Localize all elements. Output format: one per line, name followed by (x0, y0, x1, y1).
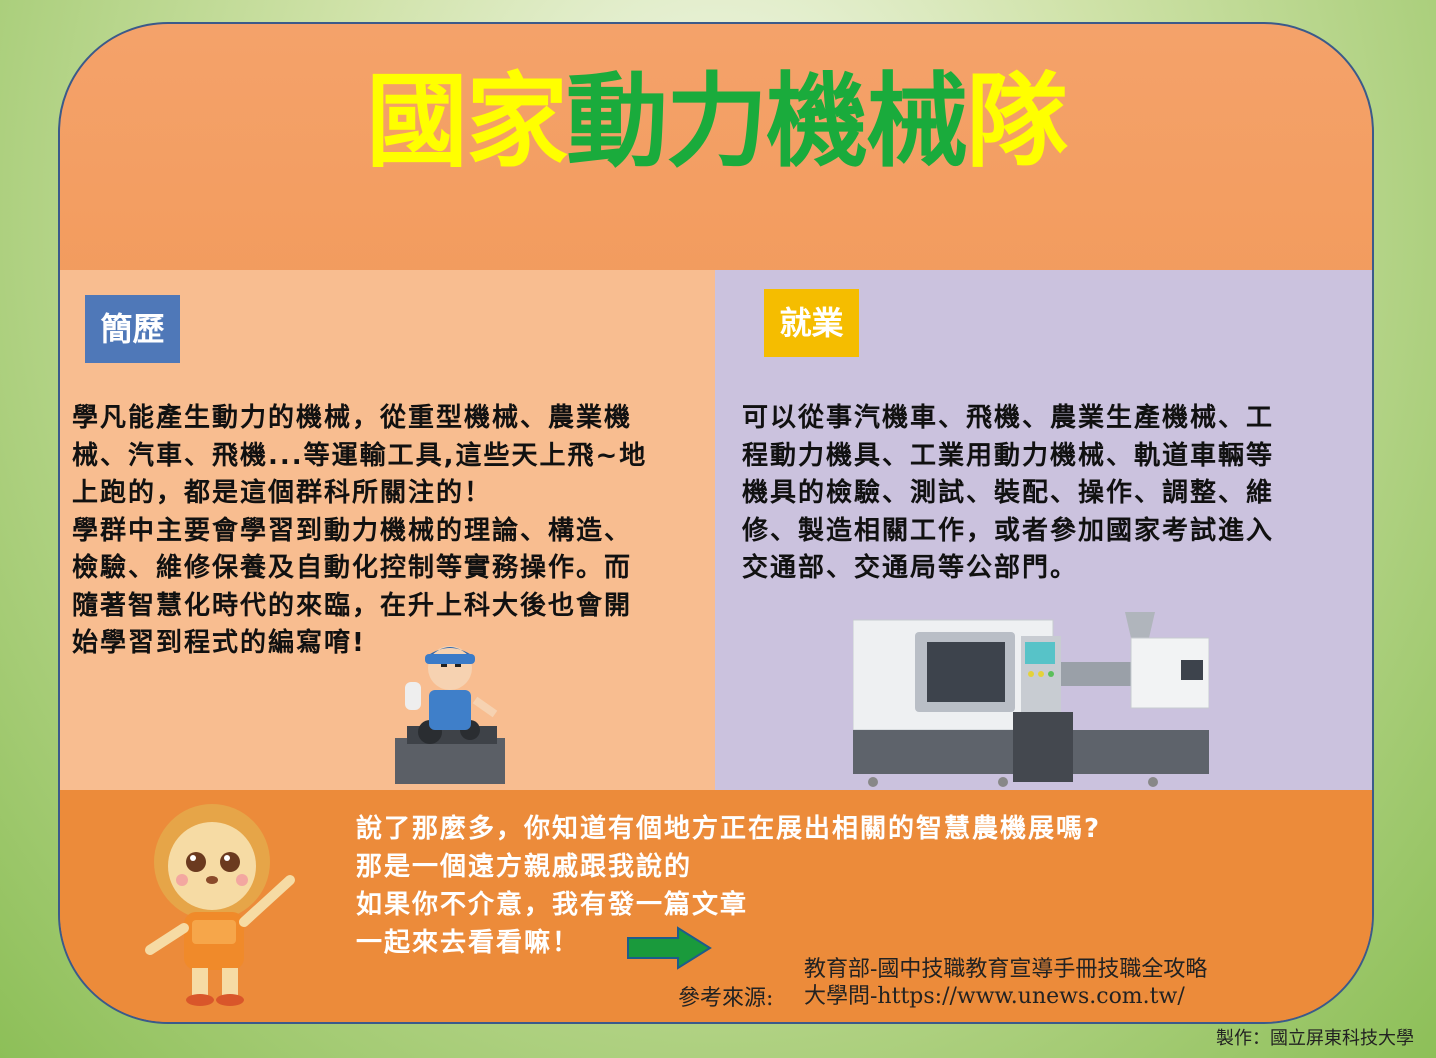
bottom-band: 說了那麼多，你知道有個地方正在展出相關的智慧農機展嗎? 那是一個遠方親戚跟我說的… (60, 790, 1372, 1022)
profile-text: 學凡能產生動力的機械，從重型機械、農業機 械、汽車、飛機...等運輸工具,這些天… (72, 403, 648, 658)
invitation-line-2: 那是一個遠方親戚跟我說的 (356, 852, 693, 882)
career-tag: 就業 (764, 289, 859, 357)
title-part-3: 隊 (966, 63, 1068, 182)
invitation-text: 說了那麼多，你知道有個地方正在展出相關的智慧農機展嗎? 那是一個遠方親戚跟我說的… (356, 810, 1256, 962)
profile-panel: 簡歷 學凡能產生動力的機械，從重型機械、農業機 械、汽車、飛機...等運輸工具,… (60, 270, 715, 790)
title-part-2: 動力機械 (566, 63, 968, 182)
footer-credit: 製作：國立屏東科技大學 (1216, 1028, 1414, 1049)
reference-item-2[interactable]: 大學問-https://www.unews.com.tw/ (804, 983, 1207, 1010)
lion-mascot-illustration (145, 804, 295, 1006)
machine-illustration (853, 612, 1209, 787)
reference-list: 教育部-國中技職教育宣導手冊技職全攻略 大學問-https://www.unew… (804, 956, 1207, 1010)
reference-label: 參考來源: (678, 986, 774, 1011)
career-panel: 就業 可以從事汽機車、飛機、農業生產機械、工 程動力機具、工業用動力機械、軌道車… (715, 270, 1372, 790)
invitation-line-1: 說了那麼多，你知道有個地方正在展出相關的智慧農機展嗎? (356, 814, 1102, 844)
right-arrow-icon[interactable] (626, 926, 712, 970)
mechanic-illustration (395, 646, 505, 784)
invitation-line-3: 如果你不介意，我有發一篇文章 (356, 890, 749, 920)
poster-card: 國家動力機械隊 簡歷 學凡能產生動力的機械，從重型機械、農業機 械、汽車、飛機.… (58, 22, 1374, 1024)
career-text: 可以從事汽機車、飛機、農業生產機械、工 程動力機具、工業用動力機械、軌道車輛等 … (742, 403, 1275, 583)
title-part-1: 國家 (366, 63, 568, 182)
poster-title: 國家動力機械隊 (60, 72, 1372, 174)
reference-item-1: 教育部-國中技職教育宣導手冊技職全攻略 (804, 957, 1208, 982)
profile-tag: 簡歷 (85, 295, 180, 363)
